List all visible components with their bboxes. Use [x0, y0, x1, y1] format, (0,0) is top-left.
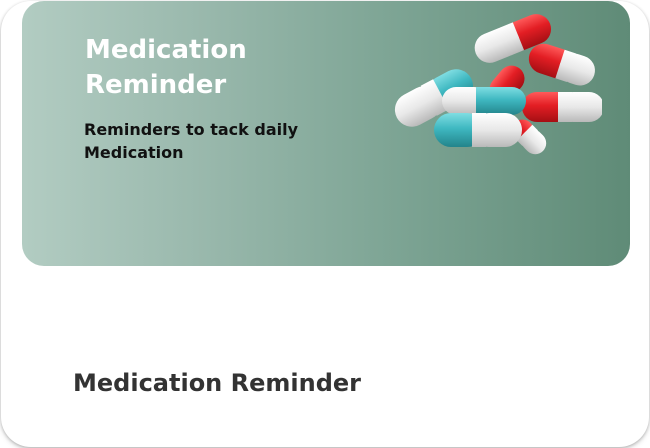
- capsule-red-white-middle: [522, 92, 602, 122]
- banner-subtitle: Reminders to tack daily Medication: [84, 120, 299, 162]
- capsule-teal-white-center: [442, 87, 526, 115]
- capsule-teal-white-front: [434, 113, 522, 147]
- card-title: Medication Reminder: [73, 369, 361, 397]
- capsule-red-white-right: [528, 43, 595, 86]
- banner-title: Medication Reminder: [85, 35, 247, 100]
- card-banner: Medication Reminder Reminders to tack da…: [22, 1, 630, 266]
- medication-reminder-card[interactable]: Medication Reminder Reminders to tack da…: [1, 1, 649, 447]
- medication-capsules-illustration: [394, 14, 602, 155]
